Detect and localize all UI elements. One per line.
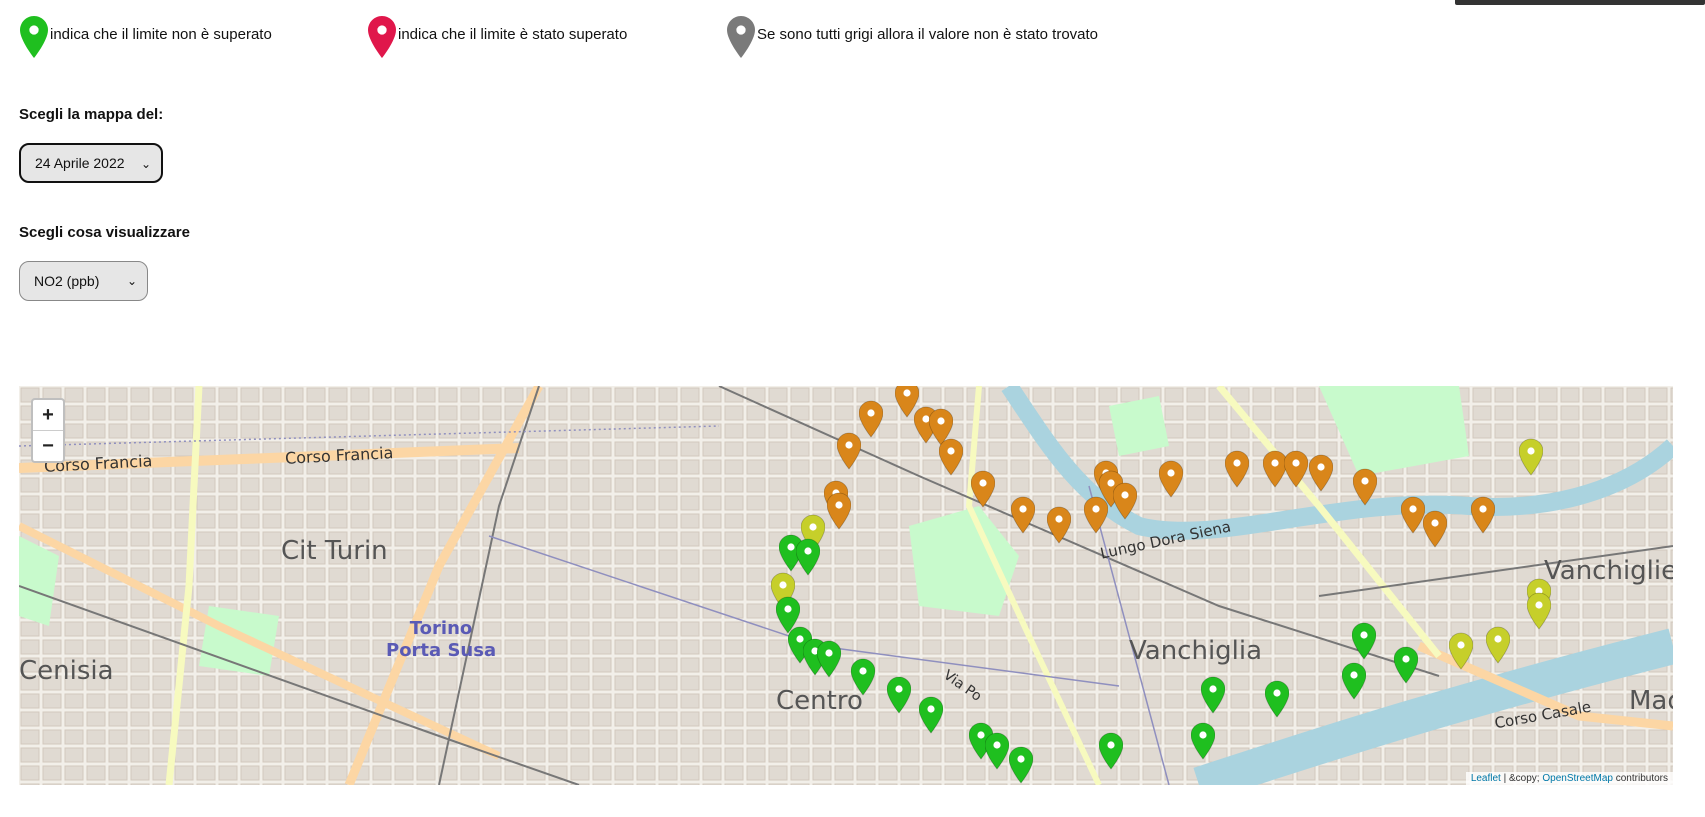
map-marker-icon[interactable] [1098, 732, 1124, 770]
map-marker-icon[interactable] [816, 640, 842, 678]
zoom-in-button[interactable]: + [33, 400, 63, 431]
pollutant-label: Scegli cosa visualizzare [19, 224, 190, 241]
map-marker-icon[interactable] [970, 470, 996, 508]
map-marker-icon[interactable] [1008, 746, 1034, 784]
date-label: Scegli la mappa del: [19, 106, 164, 123]
station-label-porta-susa: Torino Porta Susa [386, 618, 497, 661]
map-marker-icon[interactable] [918, 696, 944, 734]
map-marker-icon[interactable] [1046, 506, 1072, 544]
map-marker-icon[interactable] [1485, 626, 1511, 664]
district-label-cenisia: Cenisia [19, 656, 114, 686]
legend: indica che il limite non è superato indi… [20, 16, 1220, 58]
map-marker-icon[interactable] [1341, 662, 1367, 700]
legend-text-not-exceeded: indica che il limite non è superato [50, 25, 272, 43]
map-marker-icon[interactable] [1158, 460, 1184, 498]
legend-text-not-found: Se sono tutti grigi allora il valore non… [757, 25, 1099, 43]
leaflet-link[interactable]: Leaflet [1471, 773, 1501, 784]
legend-text-exceeded: indica che il limite è stato superato [398, 25, 628, 43]
map-marker-icon[interactable] [1264, 680, 1290, 718]
top-toolbar-edge [1455, 0, 1705, 5]
map-marker-icon[interactable] [1112, 482, 1138, 520]
osm-link[interactable]: OpenStreetMap [1542, 773, 1613, 784]
attribution-contributors: contributors [1612, 773, 1668, 784]
map-view[interactable]: Corso Francia Corso Francia Cit Turin Ce… [19, 386, 1673, 785]
district-label-vanchiglietta: Vanchigliet [1544, 556, 1673, 586]
map-marker-icon[interactable] [1200, 676, 1226, 714]
zoom-control: + − [31, 398, 65, 463]
map-pin-green-icon [20, 16, 48, 58]
map-marker-icon[interactable] [1526, 592, 1552, 630]
date-select[interactable]: 24 Aprile 2022 ⌄ [19, 143, 163, 183]
map-marker-icon[interactable] [836, 432, 862, 470]
map-marker-icon[interactable] [795, 538, 821, 576]
map-marker-icon[interactable] [1308, 454, 1334, 492]
map-pin-grey-icon [727, 16, 755, 58]
map-marker-icon[interactable] [1352, 468, 1378, 506]
district-label-madonna: Mad [1629, 686, 1673, 716]
map-pin-red-icon [368, 16, 396, 58]
district-label-centro: Centro [776, 686, 863, 716]
map-marker-icon[interactable] [1351, 622, 1377, 660]
map-marker-icon[interactable] [984, 732, 1010, 770]
attribution-separator: | &copy; [1500, 773, 1543, 784]
legend-item-not-exceeded: indica che il limite non è superato [20, 16, 272, 58]
pollutant-select[interactable]: NO2 (ppb) ⌄ [19, 261, 148, 301]
map-marker-icon[interactable] [850, 658, 876, 696]
map-marker-icon[interactable] [1470, 496, 1496, 534]
map-marker-icon[interactable] [1400, 496, 1426, 534]
map-marker-icon[interactable] [1190, 722, 1216, 760]
map-marker-icon[interactable] [826, 492, 852, 530]
zoom-out-button[interactable]: − [33, 431, 63, 461]
map-marker-icon[interactable] [1224, 450, 1250, 488]
legend-item-exceeded: indica che il limite è stato superato [368, 16, 627, 58]
map-marker-icon[interactable] [1448, 632, 1474, 670]
date-select-value: 24 Aprile 2022 [35, 155, 125, 171]
district-label-vanchiglia: Vanchiglia [1129, 636, 1263, 666]
map-marker-icon[interactable] [1518, 438, 1544, 476]
legend-item-not-found: Se sono tutti grigi allora il valore non… [727, 16, 1098, 58]
map-marker-icon[interactable] [1283, 450, 1309, 488]
map-marker-icon[interactable] [938, 438, 964, 476]
pollutant-select-value: NO2 (ppb) [34, 273, 100, 289]
map-marker-icon[interactable] [886, 676, 912, 714]
map-attribution: Leaflet | &copy; OpenStreetMap contribut… [1465, 772, 1673, 785]
map-marker-icon[interactable] [1393, 646, 1419, 684]
map-marker-icon[interactable] [1010, 496, 1036, 534]
map-marker-icon[interactable] [858, 400, 884, 438]
chevron-down-icon: ⌄ [140, 157, 151, 171]
chevron-down-icon: ⌄ [126, 274, 137, 288]
district-label-cit-turin: Cit Turin [281, 536, 388, 566]
map-marker-icon[interactable] [1422, 510, 1448, 548]
